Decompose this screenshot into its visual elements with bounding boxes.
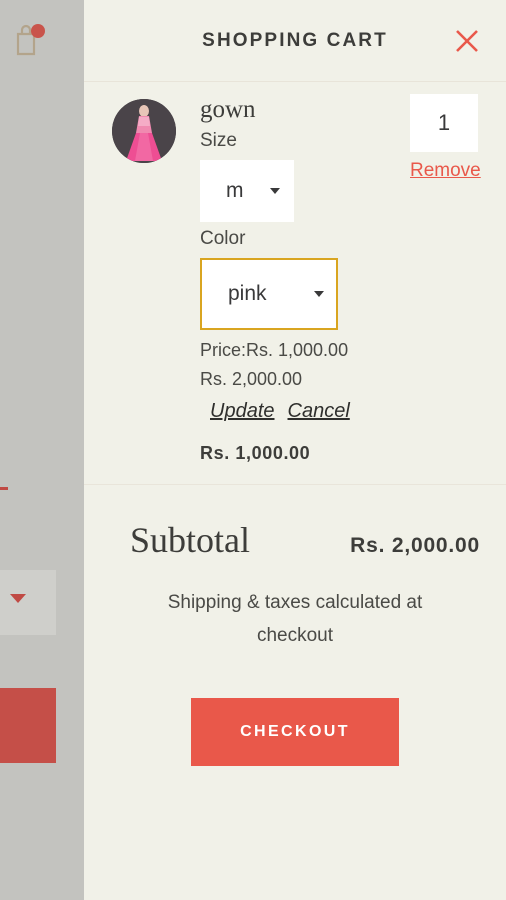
product-thumbnail[interactable] bbox=[112, 99, 176, 163]
item-price-text: Price:Rs. 1,000.00 Rs. 2,000.00 bbox=[200, 340, 349, 390]
subtotal-row: Subtotal Rs. 2,000.00 bbox=[108, 519, 482, 561]
update-link[interactable]: Update bbox=[210, 400, 275, 422]
cart-item: gown Size m Color pink Price:Rs. 1,000.0… bbox=[84, 82, 506, 485]
page-title: SHOPPING CART bbox=[202, 29, 388, 51]
cart-header: SHOPPING CART bbox=[84, 0, 506, 82]
color-select[interactable]: pink bbox=[200, 258, 338, 331]
item-actions: Update Cancel bbox=[200, 400, 478, 423]
close-icon bbox=[454, 28, 480, 54]
close-cart-button[interactable] bbox=[446, 20, 488, 62]
cancel-link[interactable]: Cancel bbox=[288, 400, 350, 422]
shopping-cart-drawer: SHOPPING CART gown Size m Color pink Pri… bbox=[84, 0, 506, 900]
quantity-column: Remove bbox=[410, 94, 481, 182]
chevron-down-icon bbox=[314, 291, 324, 298]
page-backdrop-overlay bbox=[0, 0, 84, 900]
chevron-down-icon bbox=[10, 594, 26, 603]
quantity-input[interactable] bbox=[410, 94, 478, 152]
cart-footer: Subtotal Rs. 2,000.00 Shipping & taxes c… bbox=[84, 485, 506, 767]
cart-item-list: gown Size m Color pink Price:Rs. 1,000.0… bbox=[84, 82, 506, 485]
size-select[interactable]: m bbox=[200, 160, 294, 223]
size-select-value: m bbox=[226, 179, 244, 203]
cart-badge-dot bbox=[31, 24, 45, 38]
color-select-value: pink bbox=[228, 282, 267, 306]
remove-link[interactable]: Remove bbox=[410, 160, 481, 182]
checkout-button[interactable]: CHECKOUT bbox=[191, 698, 399, 767]
background-divider bbox=[0, 487, 8, 490]
subtotal-value: Rs. 2,000.00 bbox=[350, 534, 480, 557]
chevron-down-icon bbox=[270, 188, 280, 195]
shopping-bag-icon[interactable] bbox=[14, 22, 48, 58]
color-label: Color bbox=[200, 228, 246, 250]
background-red-block bbox=[0, 688, 56, 763]
item-line-total: Rs. 1,000.00 bbox=[200, 442, 311, 463]
subtotal-label: Subtotal bbox=[130, 520, 251, 560]
background-card bbox=[0, 570, 56, 635]
shipping-note: Shipping & taxes calculated at checkout bbox=[167, 592, 423, 646]
